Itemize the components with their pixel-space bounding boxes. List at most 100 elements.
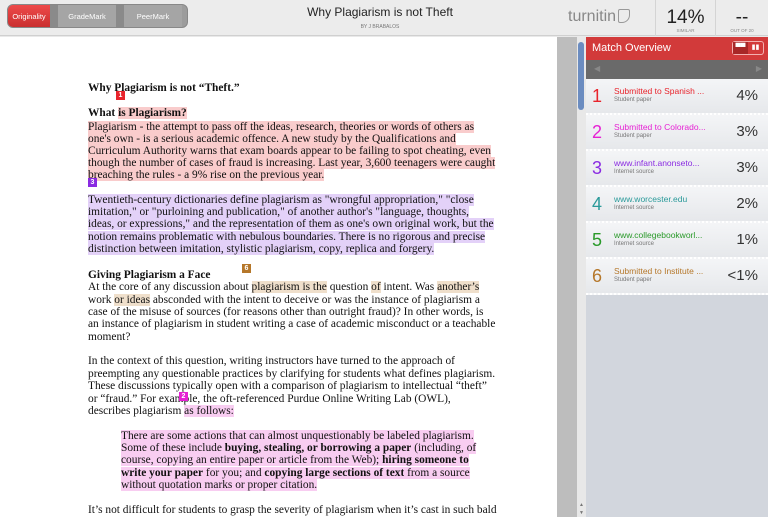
match-overview-panel: Match Overview ▀▀ ▮▮ ◀ ▶ 1 Submitted to … — [586, 37, 768, 517]
match-number: 5 — [592, 230, 603, 250]
next-arrow-icon[interactable]: ▶ — [756, 64, 762, 73]
document-line: Why Plagiarism is not “Theft.” — [88, 82, 240, 95]
highlighted-match-text[interactable]: breaching the rules - a 9% rise on the p… — [88, 169, 325, 181]
text-segment: intent. Was — [380, 281, 438, 293]
match-row[interactable]: 6 Submitted to Institute ... Student pap… — [586, 259, 768, 295]
match-row[interactable]: 1 Submitted to Spanish ... Student paper… — [586, 79, 768, 115]
text-segment: In the context of this question, writing… — [88, 355, 455, 367]
logo-icon — [618, 9, 631, 23]
highlighted-match-text[interactable]: Twentieth-century dictionaries define pl… — [88, 194, 474, 206]
match-row[interactable]: 2 Submitted to Colorado... Student paper… — [586, 115, 768, 151]
highlighted-match-text[interactable]: imitation," or "purloining and publicati… — [88, 206, 469, 218]
highlighted-match-text[interactable]: without quotation marks or proper citati… — [121, 479, 318, 491]
match-source-type: Internet source — [614, 169, 655, 175]
match-source[interactable]: www.collegebookworl... — [614, 230, 702, 240]
document-line: moment? — [88, 331, 130, 344]
highlighted-match-text[interactable]: of — [371, 281, 381, 293]
highlighted-match-text[interactable]: or ideas — [114, 294, 151, 306]
highlighted-match-text[interactable]: There are some actions that can almost u… — [121, 430, 474, 442]
text-segment: case of the misuse of sources (for reaso… — [88, 306, 484, 318]
grademark-tab[interactable]: GradeMark — [58, 5, 116, 27]
highlighted-match-text[interactable]: notion remains problematic with nebulous… — [88, 231, 486, 243]
text-segment: Giving Plagiarism a Face — [88, 269, 211, 281]
highlighted-match-text[interactable]: from a source — [404, 467, 470, 479]
turnitin-logo: turnitin — [568, 8, 631, 26]
separator — [50, 5, 58, 27]
match-percent: 3% — [736, 159, 758, 176]
text-segment: These discussions typically open with a … — [88, 380, 487, 392]
match-marker[interactable]: 2 — [179, 392, 188, 401]
grade-score[interactable]: -- OUT OF 20 — [715, 0, 768, 36]
highlighted-match-text[interactable]: buying, stealing, or borrowing a paper — [224, 442, 412, 454]
highlighted-match-text[interactable]: hiring someone to — [382, 454, 469, 466]
scrollbar-thumb[interactable] — [578, 42, 584, 110]
highlighted-match-text[interactable]: Curriculum Authority warns that exam boa… — [88, 145, 491, 157]
match-source-type: Student paper — [614, 133, 652, 139]
document-line: distinction between imitation, stylistic… — [88, 243, 435, 256]
grade-label: OUT OF 20 — [730, 28, 754, 33]
match-marker[interactable]: 1 — [116, 91, 125, 100]
logo-text: turnitin — [568, 8, 617, 25]
highlighted-match-text[interactable]: is Plagiarism? — [118, 107, 187, 119]
highlighted-match-text[interactable]: another’s — [437, 281, 480, 293]
highlighted-match-text[interactable]: though the number of cases of fraud is i… — [88, 157, 496, 169]
document-line: an instance of plagiarism in student wri… — [88, 318, 495, 331]
prev-arrow-icon[interactable]: ◀ — [594, 64, 600, 73]
match-list: 1 Submitted to Spanish ... Student paper… — [586, 79, 768, 295]
highlighted-match-text[interactable]: for you; and — [203, 467, 265, 479]
document-line: without quotation marks or proper citati… — [121, 479, 318, 492]
text-segment: question — [326, 281, 372, 293]
highlighted-match-text[interactable]: one's own - is a serious academic offenc… — [88, 133, 456, 145]
highlighted-match-text[interactable]: Plagiarism - the attempt to pass off the… — [88, 121, 475, 133]
match-overview-header: Match Overview ▀▀ ▮▮ — [586, 37, 768, 60]
similarity-score[interactable]: 14% SIMILAR — [655, 0, 715, 36]
match-number: 1 — [592, 86, 603, 106]
match-source[interactable]: www.worcester.edu — [614, 194, 687, 204]
match-source[interactable]: Submitted to Colorado... — [614, 122, 706, 132]
match-source-type: Student paper — [614, 97, 652, 103]
match-percent: 4% — [736, 87, 758, 104]
highlighted-match-text[interactable]: distinction between imitation, stylistic… — [88, 243, 435, 255]
match-source-type: Internet source — [614, 241, 655, 247]
highlighted-match-text[interactable]: copying large sections of text — [264, 467, 405, 479]
highlighted-match-text[interactable]: (including, of — [411, 442, 477, 454]
document-scrollbar[interactable]: ▲ ▼ — [577, 37, 586, 517]
match-source[interactable]: Submitted to Institute ... — [614, 266, 703, 276]
document-line: describes plagiarism as follows: — [88, 405, 234, 418]
highlighted-match-text[interactable]: ideas, or expressions," and the represen… — [88, 218, 494, 230]
text-segment: Why Plagiarism is not “Theft.” — [88, 82, 240, 94]
text-segment: absconded with the intent to deceive or … — [150, 294, 480, 306]
text-segment: an instance of plagiarism in student wri… — [88, 318, 496, 330]
match-percent: 1% — [736, 231, 758, 248]
text-segment: What — [88, 107, 119, 119]
list-view-icon[interactable]: ▀▀ — [733, 42, 748, 54]
match-nav-bar: ◀ ▶ — [586, 60, 768, 79]
match-marker[interactable]: 6 — [242, 264, 251, 273]
scroll-arrows[interactable]: ▲ ▼ — [577, 501, 586, 517]
match-source[interactable]: Submitted to Spanish ... — [614, 86, 704, 96]
match-row[interactable]: 3 www.infant.anonseto... Internet source… — [586, 151, 768, 187]
separator — [116, 5, 124, 27]
highlighted-match-text[interactable]: as follows: — [184, 405, 234, 417]
document-title: Why Plagiarism is not Theft — [307, 5, 453, 19]
highlighted-match-text[interactable]: write your paper — [121, 467, 204, 479]
originality-tab[interactable]: Originality — [8, 5, 50, 27]
document-line: What is Plagiarism? — [88, 107, 187, 120]
text-segment: moment? — [88, 331, 131, 343]
similarity-label: SIMILAR — [676, 28, 695, 33]
match-row[interactable]: 4 www.worcester.edu Internet source 2% — [586, 187, 768, 223]
bar-chart-view-icon[interactable]: ▮▮ — [748, 42, 763, 54]
match-row[interactable]: 5 www.collegebookworl... Internet source… — [586, 223, 768, 259]
match-percent: 2% — [736, 195, 758, 212]
match-number: 2 — [592, 122, 603, 142]
mode-switcher: Originality GradeMark PeerMark — [7, 4, 188, 28]
peermark-tab[interactable]: PeerMark — [124, 5, 182, 27]
similarity-value: 14% — [666, 7, 705, 28]
view-toggle: ▀▀ ▮▮ — [732, 41, 764, 55]
document-line: At the core of any discussion about plag… — [88, 281, 480, 294]
highlighted-match-text[interactable]: plagiarism is the — [251, 281, 327, 293]
match-marker[interactable]: 3 — [88, 178, 97, 187]
highlighted-match-text[interactable]: course, copying an entire paper or artic… — [121, 454, 383, 466]
highlighted-match-text[interactable]: Some of these include — [121, 442, 225, 454]
match-source[interactable]: www.infant.anonseto... — [614, 158, 700, 168]
